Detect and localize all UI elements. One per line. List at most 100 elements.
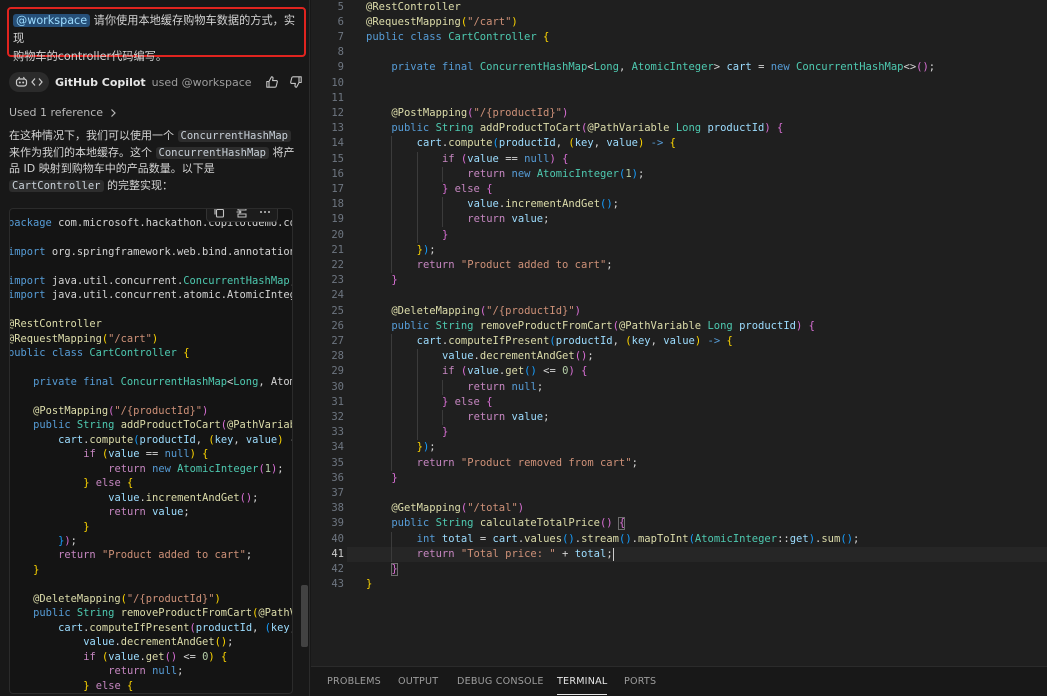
chat-code-line: cart.compute(productId, (key, value) - <box>58 433 292 446</box>
chat-scrollbar-thumb[interactable] <box>301 585 308 647</box>
line-number[interactable]: 9 <box>311 60 344 75</box>
line-content: if (value == null) { <box>441 152 569 165</box>
answer-text-3: 将产 <box>268 145 295 159</box>
line-number[interactable]: 38 <box>311 501 344 516</box>
chat-code-line: import java.util.concurrent.atomic.Atomi… <box>9 289 293 302</box>
chat-code-line: } else { <box>83 477 134 490</box>
chat-code-line: @RestController <box>9 318 102 331</box>
line-content: } <box>391 471 398 484</box>
line-content: @DeleteMapping("/{productId}") <box>391 304 581 317</box>
insert-icon[interactable] <box>236 208 248 218</box>
panel-tab-bar: PROBLEMS OUTPUT DEBUG CONSOLE TERMINAL PORTS <box>311 666 1047 696</box>
panel-tab-debug-console[interactable]: DEBUG CONSOLE <box>457 667 544 696</box>
line-number[interactable]: 6 <box>311 15 344 30</box>
line-number[interactable]: 36 <box>311 471 344 486</box>
line-content: @GetMapping("/total") <box>391 502 525 515</box>
indent-guide <box>441 379 443 395</box>
chat-code-line: } <box>33 563 40 576</box>
workspace-mention[interactable]: @workspace <box>13 14 91 27</box>
line-number[interactable]: 7 <box>311 30 344 45</box>
indent-guide <box>416 151 418 243</box>
line-number[interactable]: 41 <box>311 547 344 562</box>
copilot-chat-panel: @workspace 请你使用本地缓存购物车数据的方式，实现 购物车的contr… <box>0 0 311 696</box>
line-content: } else { <box>441 395 493 408</box>
chat-code-line <box>10 577 292 591</box>
used-references-toggle[interactable]: Used 1 reference <box>9 106 117 119</box>
chat-code-line: if (value == null) { <box>83 448 209 461</box>
chat-code-line: return new AtomicInteger(1); <box>108 462 284 475</box>
line-number[interactable]: 17 <box>311 182 344 197</box>
line-number[interactable]: 43 <box>311 577 344 592</box>
panel-tab-ports[interactable]: PORTS <box>624 667 656 696</box>
line-content: @RequestMapping("/cart") <box>366 15 518 28</box>
chat-code-line: if (value.get() <= 0) { <box>83 650 228 663</box>
line-number[interactable]: 13 <box>311 121 344 136</box>
line-number[interactable]: 18 <box>311 197 344 212</box>
line-number[interactable]: 39 <box>311 516 344 531</box>
line-number[interactable]: 25 <box>311 304 344 319</box>
line-number[interactable]: 11 <box>311 91 344 106</box>
inline-code-2: ConcurrentHashMap <box>155 146 269 159</box>
line-number[interactable]: 23 <box>311 273 344 288</box>
answer-text-2: 来作为我们的本地缓存。这个 <box>9 145 156 159</box>
line-content: int total = cart.values().stream().mapTo… <box>416 532 860 545</box>
line-number[interactable]: 32 <box>311 410 344 425</box>
line-content: return "Product added to cart"; <box>416 258 613 271</box>
panel-tab-problems[interactable]: PROBLEMS <box>327 667 381 696</box>
panel-tab-output[interactable]: OUTPUT <box>398 667 438 696</box>
line-number[interactable]: 16 <box>311 167 344 182</box>
line-number[interactable]: 14 <box>311 136 344 151</box>
line-content: public String calculateTotalPrice() { <box>391 517 626 530</box>
line-number[interactable]: 33 <box>311 425 344 440</box>
line-number[interactable]: 15 <box>311 152 344 167</box>
chat-code-line: } else { <box>83 679 134 692</box>
more-icon[interactable] <box>259 208 271 218</box>
line-number[interactable]: 28 <box>311 349 344 364</box>
line-number[interactable]: 20 <box>311 228 344 243</box>
copy-icon[interactable] <box>213 208 225 218</box>
line-number[interactable]: 31 <box>311 395 344 410</box>
chat-code-line: return "Product added to cart"; <box>58 549 253 562</box>
line-content: value.decrementAndGet(); <box>441 350 594 363</box>
line-number[interactable]: 24 <box>311 288 344 303</box>
line-number[interactable]: 10 <box>311 76 344 91</box>
chat-code-line: }); <box>58 534 77 547</box>
line-number[interactable]: 22 <box>311 258 344 273</box>
line-content: } else { <box>441 182 493 195</box>
line-number[interactable]: 30 <box>311 380 344 395</box>
code-editor[interactable]: 5 @RestController 6 @RequestMapping("/cart"… <box>311 0 1047 666</box>
reference-label: Used 1 reference <box>9 106 104 119</box>
line-content: return "Total price: " + total; <box>416 547 613 560</box>
chat-code-line <box>10 361 292 375</box>
line-number[interactable]: 27 <box>311 334 344 349</box>
line-number[interactable]: 8 <box>311 45 344 60</box>
line-number[interactable]: 21 <box>311 243 344 258</box>
response-text: 在这种情况下，我们可以使用一个 ConcurrentHashMap 来作为我们的… <box>9 128 299 194</box>
chat-code-line: value.incrementAndGet(); <box>108 491 259 504</box>
line-number[interactable]: 19 <box>311 212 344 227</box>
line-content: private final ConcurrentHashMap<Long, At… <box>391 61 936 74</box>
code-icon <box>31 78 44 86</box>
code-block-toolbar <box>206 208 278 222</box>
copilot-icon <box>15 76 27 87</box>
request-text-line-2: 购物车的controller代码编写。 <box>13 50 168 63</box>
line-number[interactable]: 40 <box>311 532 344 547</box>
line-number[interactable]: 37 <box>311 486 344 501</box>
thumbs-up-icon[interactable] <box>265 75 279 89</box>
line-number[interactable]: 12 <box>311 106 344 121</box>
line-number[interactable]: 34 <box>311 440 344 455</box>
chat-code-line: public String addProductToCart(@PathVari… <box>33 419 293 432</box>
panel-divider[interactable] <box>309 0 310 696</box>
line-number[interactable]: 5 <box>311 0 344 15</box>
line-number[interactable]: 42 <box>311 562 344 577</box>
indent-guide <box>391 333 393 471</box>
line-number[interactable]: 35 <box>311 456 344 471</box>
chat-code-line: private final ConcurrentHashMap<Long, At… <box>33 375 292 388</box>
line-number[interactable]: 26 <box>311 319 344 334</box>
text-cursor <box>613 547 615 561</box>
panel-tab-terminal[interactable]: TERMINAL <box>557 667 608 696</box>
thumbs-down-icon[interactable] <box>289 75 303 89</box>
line-number[interactable]: 29 <box>311 364 344 379</box>
answer-text-1: 在这种情况下，我们可以使用一个 <box>9 129 178 142</box>
user-request: @workspace 请你使用本地缓存购物车数据的方式，实现 购物车的contr… <box>7 7 306 63</box>
